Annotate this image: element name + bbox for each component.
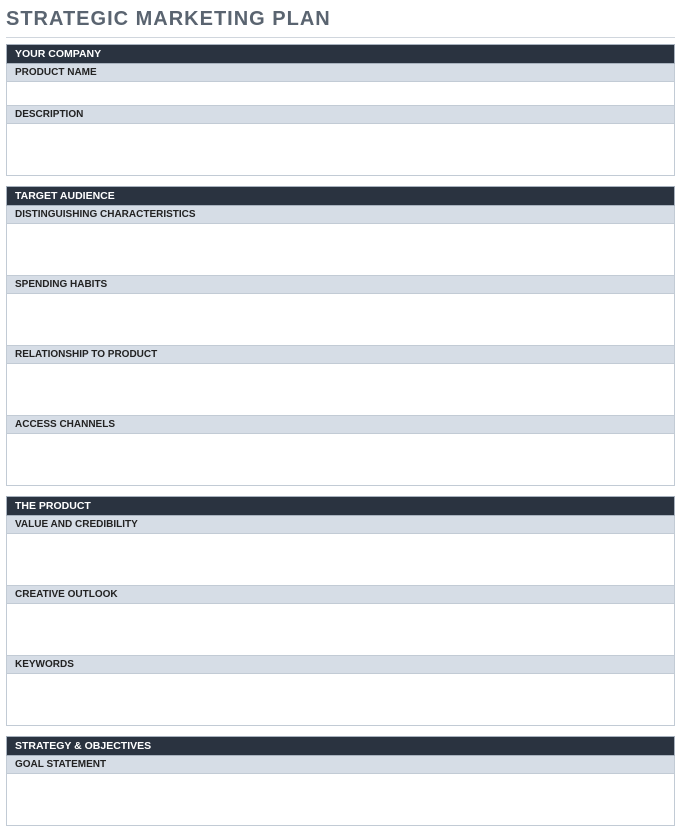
field-body-value-and-credibility[interactable] bbox=[6, 534, 675, 586]
field-label-spending-habits: SPENDING HABITS bbox=[6, 276, 675, 294]
field-label-distinguishing-characteristics: DISTINGUISHING CHARACTERISTICS bbox=[6, 206, 675, 224]
section-header-strategy-objectives: STRATEGY & OBJECTIVES bbox=[6, 736, 675, 756]
field-body-description[interactable] bbox=[6, 124, 675, 176]
section-header-the-product: THE PRODUCT bbox=[6, 496, 675, 516]
field-label-keywords: KEYWORDS bbox=[6, 656, 675, 674]
section-header-your-company: YOUR COMPANY bbox=[6, 44, 675, 64]
field-body-goal-statement[interactable] bbox=[6, 774, 675, 826]
field-label-creative-outlook: CREATIVE OUTLOOK bbox=[6, 586, 675, 604]
field-label-product-name: PRODUCT NAME bbox=[6, 64, 675, 82]
field-body-spending-habits[interactable] bbox=[6, 294, 675, 346]
field-label-description: DESCRIPTION bbox=[6, 106, 675, 124]
field-body-relationship-to-product[interactable] bbox=[6, 364, 675, 416]
field-body-distinguishing-characteristics[interactable] bbox=[6, 224, 675, 276]
field-body-keywords[interactable] bbox=[6, 674, 675, 726]
field-label-access-channels: ACCESS CHANNELS bbox=[6, 416, 675, 434]
field-body-product-name[interactable] bbox=[6, 82, 675, 106]
field-body-creative-outlook[interactable] bbox=[6, 604, 675, 656]
page-title: STRATEGIC MARKETING PLAN bbox=[6, 4, 675, 38]
field-body-access-channels[interactable] bbox=[6, 434, 675, 486]
field-label-relationship-to-product: RELATIONSHIP TO PRODUCT bbox=[6, 346, 675, 364]
section-header-target-audience: TARGET AUDIENCE bbox=[6, 186, 675, 206]
field-label-goal-statement: GOAL STATEMENT bbox=[6, 756, 675, 774]
field-label-value-and-credibility: VALUE AND CREDIBILITY bbox=[6, 516, 675, 534]
